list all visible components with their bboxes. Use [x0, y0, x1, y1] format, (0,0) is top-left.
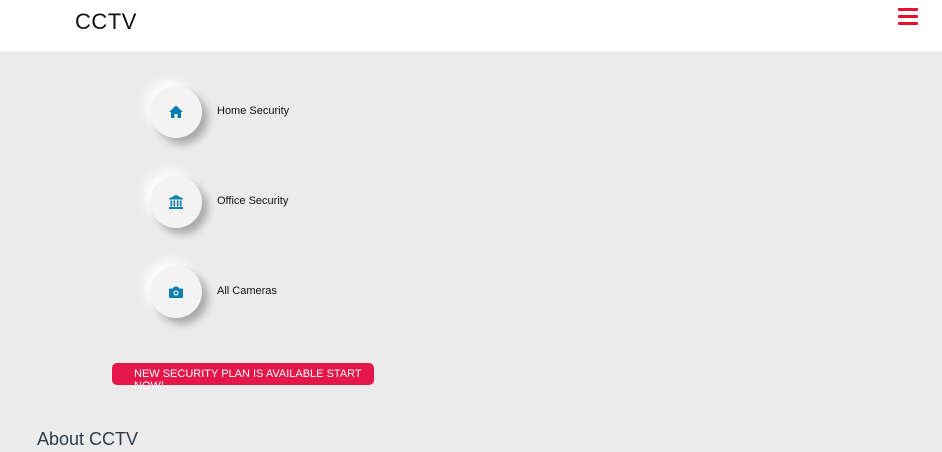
camera-icon	[169, 286, 183, 298]
feature-icon-circle[interactable]	[150, 176, 202, 228]
hamburger-menu-icon	[898, 15, 918, 18]
main-content: Home Security Office Security All Camera…	[0, 51, 942, 452]
feature-label[interactable]: All Cameras	[217, 285, 277, 297]
home-icon	[169, 105, 183, 118]
top-header: CCTV	[0, 0, 942, 51]
menu-button[interactable]	[898, 8, 920, 28]
feature-label[interactable]: Office Security	[217, 195, 288, 207]
feature-icon-circle[interactable]	[150, 266, 202, 318]
brand-title[interactable]: CCTV	[75, 9, 137, 35]
promo-banner-text[interactable]: NEW SECURITY PLAN IS AVAILABLE START NOW…	[134, 368, 370, 392]
hamburger-menu-icon	[898, 8, 918, 11]
feature-icon-circle[interactable]	[150, 86, 202, 138]
about-section-title: About CCTV	[37, 429, 139, 449]
feature-label[interactable]: Home Security	[217, 105, 289, 117]
hamburger-menu-icon	[898, 22, 918, 25]
bank-building-icon	[169, 195, 183, 209]
